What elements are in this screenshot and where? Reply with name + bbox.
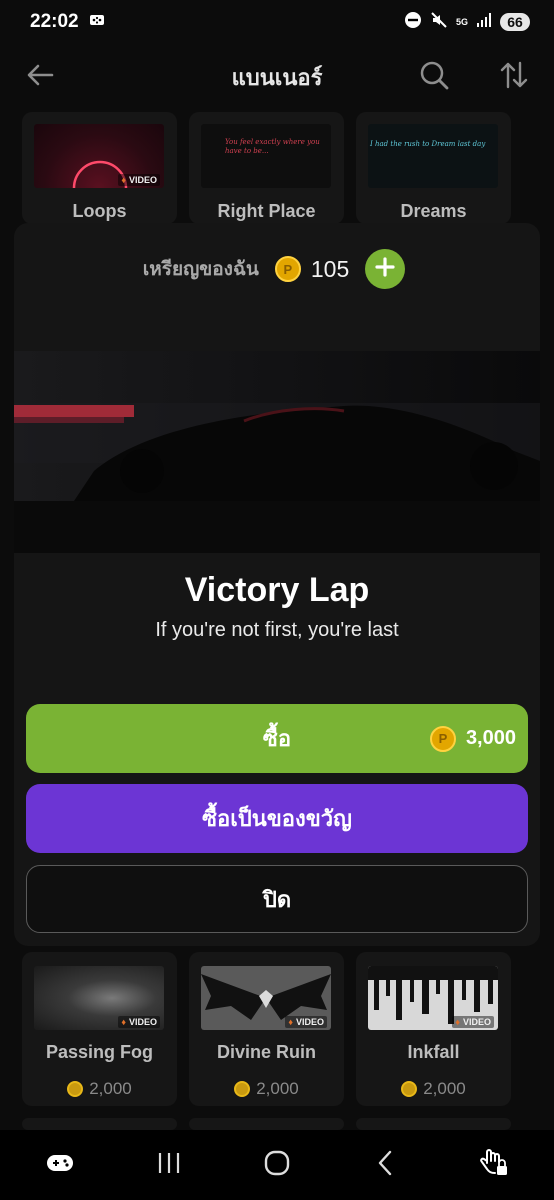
banner-card-peek xyxy=(189,1118,344,1130)
gamepad-icon xyxy=(46,1152,74,1179)
buy-price: P 3,000 xyxy=(429,704,516,773)
close-button-label: ปิด xyxy=(262,886,292,912)
video-badge: ♦ VIDEO xyxy=(118,1016,160,1028)
sort-icon xyxy=(499,60,529,95)
sort-button[interactable] xyxy=(494,57,534,97)
buy-button[interactable]: ซื้อ P 3,000 xyxy=(26,704,528,773)
back-nav-button[interactable] xyxy=(361,1141,409,1189)
chevron-left-icon xyxy=(375,1149,395,1182)
buy-price-value: 3,000 xyxy=(465,727,516,749)
banner-card-inkfall[interactable]: ♦ VIDEO Inkfall 2,000 xyxy=(356,952,511,1106)
banner-card-price: 2,000 xyxy=(22,1079,177,1099)
banner-thumbnail: ♦ VIDEO xyxy=(368,966,498,1030)
banner-card-price: 2,000 xyxy=(356,1079,511,1099)
banner-thumbnail: I had the rush to Dream last day xyxy=(368,124,498,188)
coins-label: เหรียญของฉัน xyxy=(142,259,259,280)
close-button[interactable]: ปิด xyxy=(26,865,528,933)
coin-balance-row: เหรียญของฉัน P 105 xyxy=(14,245,540,293)
battery-indicator: 66 xyxy=(500,13,530,31)
coin-icon xyxy=(234,1081,251,1097)
banner-card-name: Loops xyxy=(72,201,127,221)
game-launcher-button[interactable] xyxy=(36,1141,84,1189)
buy-as-gift-label: ซื้อเป็นของขวัญ xyxy=(202,806,352,831)
coin-icon: P xyxy=(274,256,301,282)
banner-card-peek xyxy=(356,1118,511,1130)
banner-grid-next-row xyxy=(22,1118,538,1130)
home-button[interactable] xyxy=(253,1141,301,1189)
app-header: แบนเนอร์ xyxy=(0,44,554,110)
buy-as-gift-button[interactable]: ซื้อเป็นของขวัญ xyxy=(26,784,528,853)
banner-name: Victory Lap xyxy=(184,571,370,609)
recent-apps-button[interactable] xyxy=(145,1141,193,1189)
thumbnail-neon-text: You feel exactly where you have to be... xyxy=(225,138,320,155)
flame-icon: ♦ xyxy=(121,1017,126,1027)
banner-card-divine-ruin[interactable]: ♦ VIDEO Divine Ruin 2,000 xyxy=(189,952,344,1106)
coin-icon xyxy=(67,1081,84,1097)
banner-card-name: Passing Fog xyxy=(45,1042,153,1062)
search-icon xyxy=(419,60,449,95)
banner-card-dreams[interactable]: I had the rush to Dream last day Dreams xyxy=(356,112,511,224)
banner-thumbnail: ♦ VIDEO xyxy=(201,966,331,1030)
banner-card-name: Inkfall xyxy=(407,1042,460,1062)
mute-icon xyxy=(430,11,448,34)
banner-grid-top-row: ♦ VIDEO Loops You feel exactly where you … xyxy=(22,112,538,224)
home-icon xyxy=(263,1149,291,1182)
add-coins-button[interactable] xyxy=(365,249,406,289)
coin-icon: P xyxy=(429,725,456,752)
status-bar: 22:02 5G 66 xyxy=(0,0,554,44)
recent-apps-icon xyxy=(156,1151,182,1180)
hand-lock-icon xyxy=(479,1147,509,1184)
banner-card-passing-fog[interactable]: ♦ VIDEO Passing Fog 2,000 xyxy=(22,952,177,1106)
coin-icon xyxy=(401,1081,418,1097)
signal-icon xyxy=(476,12,492,32)
banner-thumbnail: ♦ VIDEO xyxy=(34,966,164,1030)
back-button[interactable] xyxy=(20,57,60,97)
banner-card-name: Dreams xyxy=(400,201,467,221)
banner-card-name: Divine Ruin xyxy=(216,1042,316,1062)
banner-card-right-place[interactable]: You feel exactly where you have to be...… xyxy=(189,112,344,224)
do-not-disturb-icon xyxy=(404,11,422,34)
banner-card-loops[interactable]: ♦ VIDEO Loops xyxy=(22,112,177,224)
banner-preview xyxy=(14,351,540,553)
banner-card-price: 2,000 xyxy=(189,1079,344,1099)
arrow-left-icon xyxy=(25,60,55,95)
purchase-modal: เหรียญของฉัน P 105 Victory Lap If you're… xyxy=(14,223,540,946)
banner-grid-bottom-row: ♦ VIDEO Passing Fog 2,000 ♦ VIDEO Divine R… xyxy=(22,952,538,1106)
video-badge: ♦ VIDEO xyxy=(285,1016,327,1028)
game-controller-status-icon xyxy=(89,12,105,33)
banner-subtitle: If you're not first, you're last xyxy=(155,619,399,641)
status-time: 22:02 xyxy=(30,11,79,32)
flame-icon: ♦ xyxy=(455,1017,460,1027)
coin-balance: 105 xyxy=(310,255,350,282)
banner-card-name: Right Place xyxy=(217,201,316,221)
flame-icon: ♦ xyxy=(288,1017,293,1027)
network-label: 5G xyxy=(455,16,468,27)
buy-button-label: ซื้อ xyxy=(262,726,292,751)
banner-card-peek xyxy=(22,1118,177,1130)
video-badge: ♦ VIDEO xyxy=(452,1016,494,1028)
video-badge: ♦ VIDEO xyxy=(118,174,160,186)
search-button[interactable] xyxy=(414,57,454,97)
banner-thumbnail: ♦ VIDEO xyxy=(34,124,164,188)
thumbnail-neon-text: I had the rush to Dream last day xyxy=(370,140,486,148)
plus-icon xyxy=(374,256,396,283)
system-navigation-bar xyxy=(0,1130,554,1200)
touch-lock-button[interactable] xyxy=(470,1141,518,1189)
flame-icon: ♦ xyxy=(121,175,126,185)
banner-thumbnail: You feel exactly where you have to be... xyxy=(201,124,331,188)
